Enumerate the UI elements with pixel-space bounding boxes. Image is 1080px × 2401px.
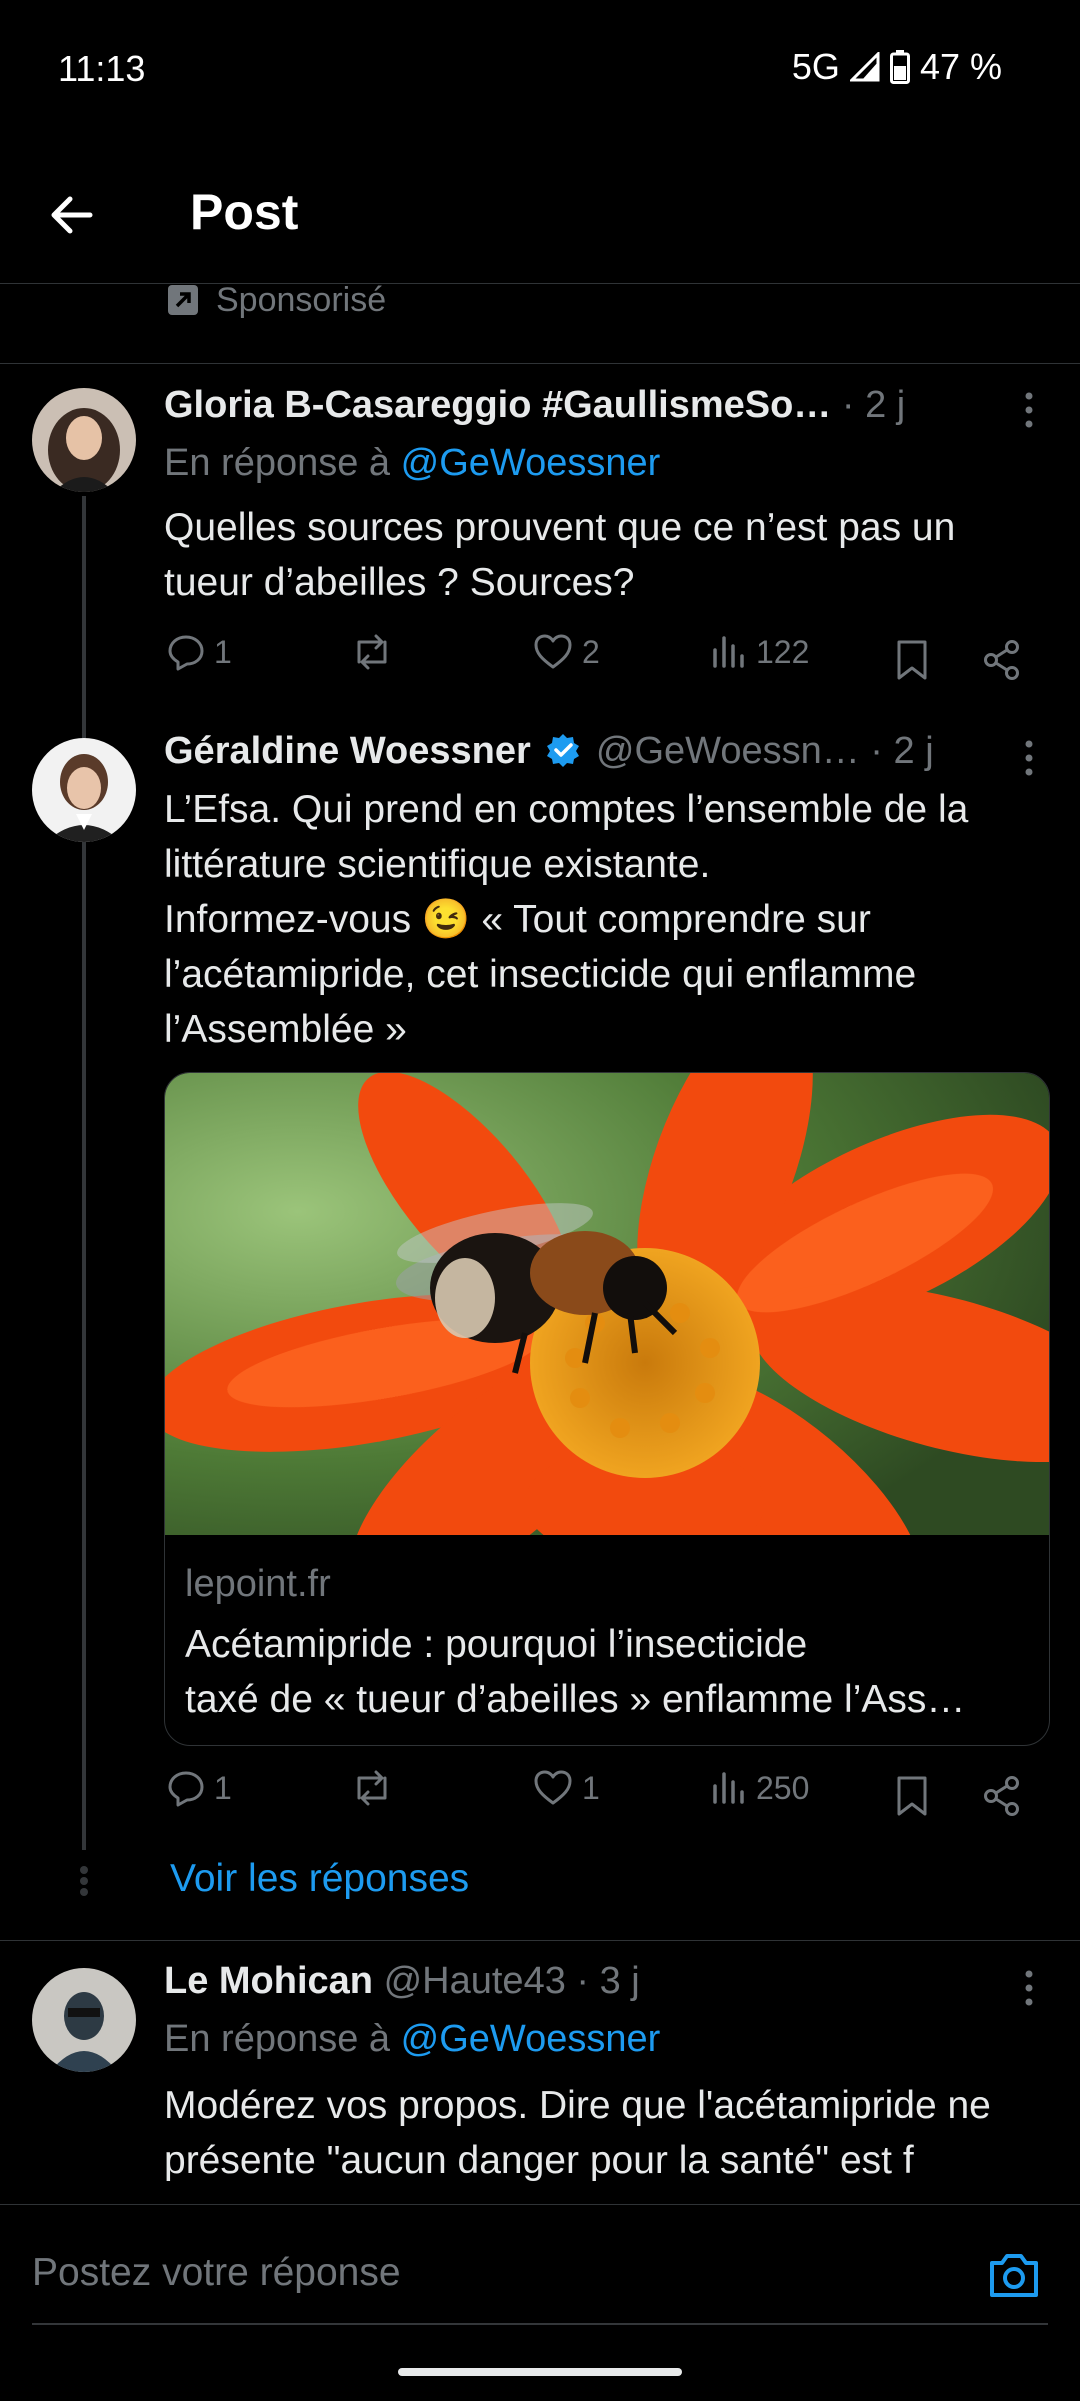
link-card[interactable]: lepoint.fr Acétamipride : pourquoi l’ins…: [164, 1072, 1050, 1746]
reply-count: 1: [214, 633, 232, 670]
reply-handle-link[interactable]: @GeWoessner: [401, 2018, 661, 2060]
reply-composer: Postez votre réponse: [0, 2204, 1080, 2401]
reply-handle-link[interactable]: @GeWoessner: [401, 442, 661, 484]
battery-icon: [889, 50, 910, 84]
reply-button[interactable]: 1: [166, 632, 232, 672]
status-time: 11:13: [58, 48, 146, 89]
author-name[interactable]: Gloria B-Casareggio #GaullismeSo…: [164, 384, 831, 426]
reply-context: En réponse à @GeWoessner: [164, 2018, 660, 2061]
avatar[interactable]: [32, 738, 136, 842]
reply-count: 1: [214, 1769, 232, 1806]
composer-underline: [32, 2323, 1048, 2325]
bookmark-icon[interactable]: [895, 1774, 929, 1818]
repost-button[interactable]: [350, 1768, 402, 1808]
avatar[interactable]: [32, 1968, 136, 2072]
tweet-text: Quelles sources prouvent que ce n’est pa…: [164, 506, 956, 604]
reply-prefix: En réponse à: [164, 442, 391, 484]
sponsored-label: Sponsorisé: [216, 281, 387, 319]
page-title: Post: [190, 184, 299, 240]
reply-icon: [168, 635, 204, 671]
verified-badge-icon: [547, 734, 580, 767]
share-icon[interactable]: [982, 1774, 1022, 1818]
signal-icon: [849, 52, 880, 82]
tweet-text-part: L’Efsa. Qui prend en comptes l’ensemble …: [164, 788, 969, 886]
like-button[interactable]: 1: [532, 1768, 600, 1808]
tweet-actions: 1 1 250: [0, 1768, 1080, 1828]
back-arrow-icon[interactable]: [44, 185, 104, 245]
wink-emoji: 😉: [421, 898, 471, 941]
tweet-header: Gloria B-Casareggio #GaullismeSo… · 2 j: [164, 384, 905, 427]
bookmark-icon[interactable]: [895, 638, 929, 682]
tweet-meta: · 2 j: [831, 384, 906, 426]
views-count: 250: [756, 1769, 810, 1806]
views-button[interactable]: 122: [710, 632, 809, 672]
heart-icon: [534, 1770, 572, 1805]
repost-icon: [357, 634, 387, 670]
tweet-text: L’Efsa. Qui prend en comptes l’ensemble …: [164, 782, 1054, 1057]
repost-button[interactable]: [350, 632, 402, 672]
network-label: 5G: [791, 46, 840, 87]
views-button[interactable]: 250: [710, 1768, 809, 1808]
tweet-text: Modérez vos propos. Dire que l'acétamipr…: [164, 2084, 991, 2182]
reply-input[interactable]: Postez votre réponse: [32, 2251, 401, 2295]
reply-button[interactable]: 1: [166, 1768, 232, 1808]
more-options-icon[interactable]: [1014, 1968, 1044, 2008]
tweet-header: Le Mohican @Haute43 · 3 j: [164, 1960, 640, 2003]
like-count: 1: [582, 1769, 600, 1806]
repost-icon: [357, 1770, 387, 1806]
tweet-header: Géraldine Woessner @GeWoessn… · 2 j: [164, 730, 934, 773]
thread-dots: [80, 1866, 88, 1896]
card-title: Acétamipride : pourquoi l’insecticide ta…: [185, 1617, 1035, 1727]
author-name[interactable]: Le Mohican: [164, 1960, 373, 2002]
more-options-icon[interactable]: [1014, 390, 1044, 430]
like-count: 2: [582, 633, 600, 670]
sponsored-row: Sponsorisé: [0, 281, 1080, 364]
promoted-icon: [168, 285, 198, 315]
heart-icon: [534, 634, 572, 669]
card-title-line: Acétamipride : pourquoi l’insecticide: [185, 1623, 808, 1666]
card-domain: lepoint.fr: [185, 1563, 331, 1605]
camera-icon[interactable]: [986, 2249, 1042, 2301]
author-name[interactable]: Géraldine Woessner: [164, 730, 531, 772]
more-options-icon[interactable]: [1014, 738, 1044, 778]
reply-context: En réponse à @GeWoessner: [164, 442, 660, 485]
battery-level: 47 %: [919, 46, 1002, 87]
top-bar: Post: [0, 135, 1080, 284]
tweet-text-part: Informez-vous: [164, 898, 422, 941]
home-indicator[interactable]: [398, 2368, 682, 2376]
like-button[interactable]: 2: [532, 632, 600, 672]
status-indicators: 5G 47 %: [792, 46, 1002, 88]
views-count: 122: [756, 633, 810, 670]
tweet-actions: 1 2 122: [0, 632, 1080, 692]
avatar[interactable]: [32, 388, 136, 492]
status-bar: 11:13 5G 47 %: [0, 0, 1080, 135]
reply-prefix: En réponse à: [164, 2018, 391, 2060]
card-title-line: taxé de « tueur d’abeilles » enflamme l’…: [185, 1678, 966, 1721]
show-replies-link[interactable]: Voir les réponses: [170, 1857, 469, 1901]
views-icon: [713, 1772, 744, 1804]
card-image: [165, 1073, 1049, 1535]
share-icon[interactable]: [982, 638, 1022, 682]
reply-icon: [168, 1771, 204, 1807]
tweet-meta: @GeWoessn… · 2 j: [595, 730, 934, 772]
thread-line: [82, 496, 86, 1850]
divider: [0, 1940, 1080, 1941]
views-icon: [713, 636, 744, 668]
tweet-meta: @Haute43 · 3 j: [383, 1960, 640, 2002]
